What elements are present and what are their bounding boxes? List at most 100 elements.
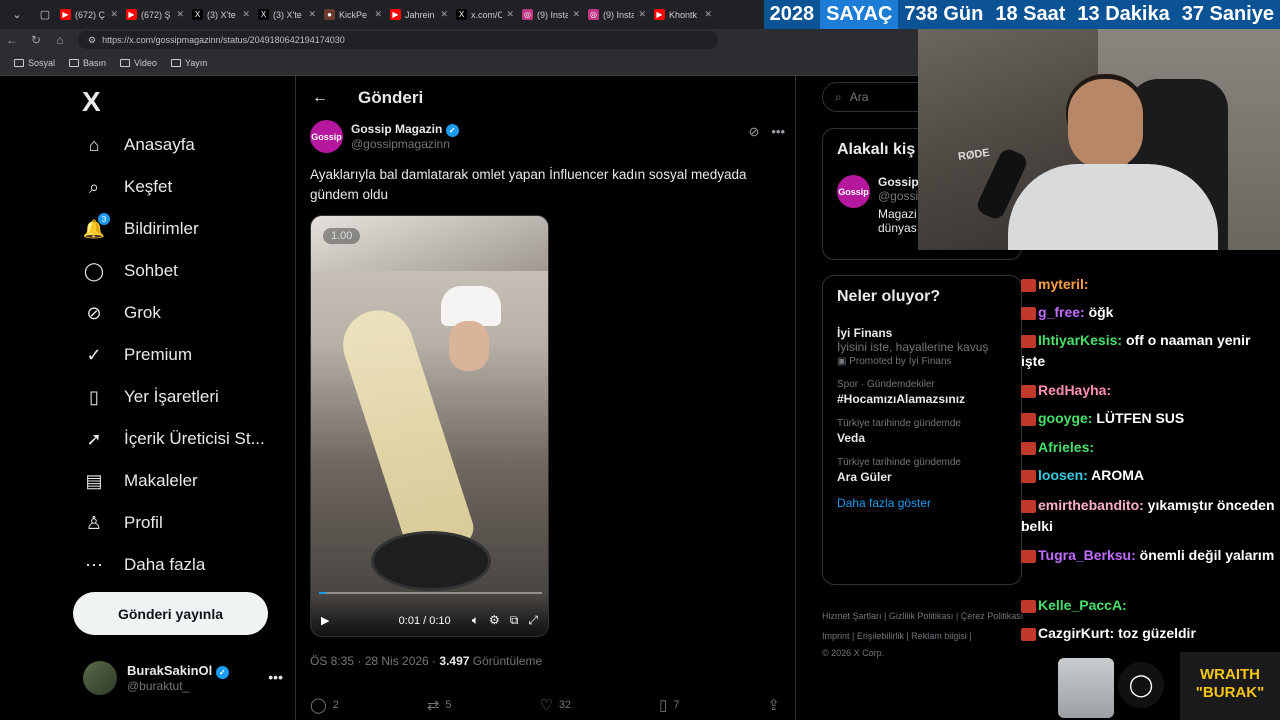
tweet-video[interactable]: 1.00 ▶ 0:01 / 0:10 🔈︎ ⚙ ⧉ ⤢ bbox=[310, 215, 549, 637]
browser-tab[interactable]: ▶ (672) Ş ✕ bbox=[122, 4, 188, 26]
browser-tab[interactable]: ▶ Jahrein ✕ bbox=[386, 4, 452, 26]
sidebar-item-more[interactable]: ⋯ Daha fazla bbox=[82, 553, 205, 577]
chat-message: CazgirKurt: toz güzeldir bbox=[1021, 623, 1276, 644]
bookmark-button[interactable]: ▯ 7 bbox=[659, 696, 679, 714]
url-text: https://x.com/gossipmagazinn/status/2049… bbox=[102, 35, 345, 45]
sidebar-item-label: Grok bbox=[124, 303, 161, 322]
promoted-trend[interactable]: İyi Finans İyisini iste, hayallerine kav… bbox=[837, 326, 1007, 367]
browser-tab[interactable]: ● KickPe ✕ bbox=[320, 4, 386, 26]
url-field[interactable]: ⚙ https://x.com/gossipmagazinn/status/20… bbox=[78, 31, 718, 49]
sidebar-item-home[interactable]: ⌂ Anasayfa bbox=[82, 133, 195, 157]
bookmark-folder[interactable]: Yayın bbox=[170, 58, 207, 68]
sidebar-item-profile[interactable]: ♙ Profil bbox=[82, 511, 163, 535]
reply-icon: ◯ bbox=[310, 697, 327, 714]
reply-button[interactable]: ◯ 2 bbox=[310, 696, 339, 714]
bookmarks-bar: Sosyal Basın Video Yayın bbox=[0, 51, 920, 76]
browser-tab[interactable]: X (3) X'te ✕ bbox=[254, 4, 320, 26]
article-icon: ▤ bbox=[85, 470, 103, 491]
close-icon[interactable]: ✕ bbox=[374, 9, 382, 20]
chat-username: Afrieles: bbox=[1038, 439, 1095, 455]
sidebar-item-chat[interactable]: ◯ Sohbet bbox=[82, 259, 178, 283]
tab-title: KickPe bbox=[339, 9, 368, 20]
verified-badge-icon: ✓ bbox=[445, 123, 459, 137]
site-info-icon[interactable]: ⚙ bbox=[88, 35, 96, 46]
chat-username: loosen: bbox=[1038, 467, 1088, 483]
like-button[interactable]: ♡ 32 bbox=[539, 696, 571, 714]
fullscreen-icon[interactable]: ⤢ bbox=[528, 613, 538, 628]
close-icon[interactable]: ✕ bbox=[440, 9, 448, 20]
close-icon[interactable]: ✕ bbox=[110, 9, 118, 20]
tab-list-chevron-icon[interactable]: ⌄ bbox=[6, 4, 28, 26]
tab-favicon-icon: X bbox=[456, 9, 467, 20]
close-icon[interactable]: ✕ bbox=[308, 9, 316, 20]
browser-tab[interactable]: ▶ Khontk ✕ bbox=[650, 4, 716, 26]
tweet-avatar[interactable]: Gossip bbox=[310, 120, 343, 153]
sidebar-item-grok[interactable]: ⊘ Grok bbox=[82, 301, 161, 325]
video-progress-bar[interactable] bbox=[319, 592, 542, 594]
bookmark-folder[interactable]: Video bbox=[120, 58, 157, 68]
sidebar-item-label: Premium bbox=[124, 345, 193, 364]
back-arrow-icon[interactable]: ← bbox=[312, 89, 328, 107]
page-title: Gönderi bbox=[358, 88, 424, 107]
browser-tab[interactable]: ◎ (9) Insta ✕ bbox=[584, 4, 650, 26]
browser-tab[interactable]: ◎ (9) Insta ✕ bbox=[518, 4, 584, 26]
volume-icon[interactable]: 🔈︎ bbox=[472, 613, 479, 628]
address-bar-row: ← ↻ ⌂ ⚙ https://x.com/gossipmagazinn/sta… bbox=[0, 29, 920, 51]
close-icon[interactable]: ✕ bbox=[572, 9, 580, 20]
sidebar-item-label: Keşfet bbox=[124, 177, 173, 196]
close-icon[interactable]: ✕ bbox=[176, 9, 184, 20]
tweet: Gossip Gossip Magazin ✓ @gossipmagazinn … bbox=[310, 120, 785, 637]
tweet-author[interactable]: Gossip Magazin ✓ bbox=[351, 122, 459, 137]
trend-item[interactable]: Spor · Gündemdekiler #HocamızıAlamazsınız bbox=[837, 379, 1007, 406]
related-avatar[interactable]: Gossip bbox=[837, 175, 870, 208]
counter-minutes: 13 Dakika bbox=[1077, 3, 1170, 25]
grok-icon[interactable]: ⊘ bbox=[748, 124, 759, 140]
chat-icon: ◯ bbox=[83, 260, 105, 281]
bookmark-folder[interactable]: Sosyal bbox=[14, 58, 55, 68]
trend-item[interactable]: Türkiye tarihinde gündemde Ara Güler bbox=[837, 457, 1007, 484]
tab-group-icon[interactable]: ▢ bbox=[34, 4, 56, 26]
reload-icon[interactable]: ↻ bbox=[24, 33, 48, 47]
sidebar-item-premium[interactable]: ✓ Premium bbox=[82, 343, 192, 367]
close-icon[interactable]: ✕ bbox=[704, 9, 712, 20]
sidebar-item-search[interactable]: ⌕ Keşfet bbox=[82, 175, 172, 199]
account-switcher[interactable]: BurakSakinOl ✓ @buraktut_ ••• bbox=[83, 661, 283, 695]
chat-username: RedHayha: bbox=[1038, 382, 1112, 398]
close-icon[interactable]: ✕ bbox=[242, 9, 250, 20]
sidebar-item-article[interactable]: ▤ Makaleler bbox=[82, 469, 197, 493]
back-arrow-icon[interactable]: ← bbox=[0, 33, 24, 47]
home-icon[interactable]: ⌂ bbox=[48, 33, 72, 47]
playback-speed[interactable]: 1.00 bbox=[323, 228, 361, 244]
close-icon[interactable]: ✕ bbox=[638, 9, 646, 20]
share-icon: ⇪ bbox=[767, 697, 780, 714]
pip-icon[interactable]: ⧉ bbox=[510, 613, 519, 628]
sidebar-item-bookmark[interactable]: ▯ Yer İşaretleri bbox=[82, 385, 219, 409]
user-badge-icon bbox=[1021, 384, 1036, 398]
bookmark-folder[interactable]: Basın bbox=[69, 58, 106, 68]
settings-icon[interactable]: ⚙ bbox=[489, 613, 500, 628]
trend-item[interactable]: Türkiye tarihinde gündemde Veda bbox=[837, 418, 1007, 445]
more-options-icon[interactable]: ••• bbox=[771, 124, 785, 140]
sidebar-item-bell[interactable]: 🔔 3 Bildirimler bbox=[82, 213, 199, 241]
rocket-icon: ➚ bbox=[86, 428, 102, 449]
user-badge-icon bbox=[1021, 306, 1036, 320]
close-icon[interactable]: ✕ bbox=[506, 9, 514, 20]
play-icon[interactable]: ▶ bbox=[321, 614, 329, 627]
share-button[interactable]: ⇪ bbox=[767, 696, 780, 714]
x-logo-icon[interactable]: X bbox=[82, 86, 101, 118]
webcam-overlay: RØDE bbox=[918, 29, 1280, 250]
retweet-button[interactable]: ⇄ 5 bbox=[427, 696, 452, 714]
browser-tab[interactable]: X (3) X'te ✕ bbox=[188, 4, 254, 26]
browser-tab[interactable]: Xx.com/C ✕ bbox=[452, 4, 518, 26]
tweet-handle[interactable]: @gossipmagazinn bbox=[351, 137, 459, 151]
post-button[interactable]: Gönderi yayınla bbox=[73, 592, 268, 635]
avatar bbox=[83, 661, 117, 695]
sidebar-item-rocket[interactable]: ➚ İçerik Üreticisi St... bbox=[82, 427, 264, 451]
more-options-icon[interactable]: ••• bbox=[268, 669, 283, 685]
chat-username: Tugra_Berksu: bbox=[1038, 547, 1136, 563]
browser-tab[interactable]: ▶ (672) Ç ✕ bbox=[56, 4, 122, 26]
folder-icon bbox=[120, 59, 131, 67]
chat-bubble-icon: ◯ bbox=[1118, 662, 1164, 708]
show-more-link[interactable]: Daha fazla göster bbox=[837, 496, 1007, 510]
notification-badge: 3 bbox=[98, 213, 110, 225]
